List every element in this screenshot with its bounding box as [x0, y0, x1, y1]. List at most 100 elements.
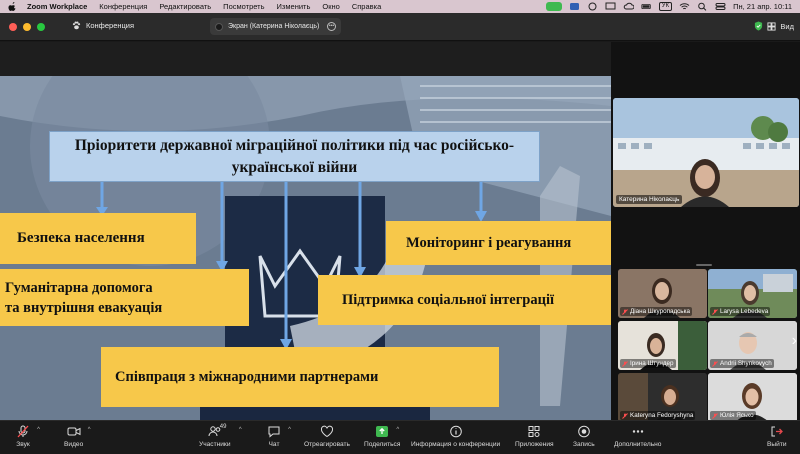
menu-window[interactable]: Окно [322, 2, 339, 11]
record-button[interactable]: Запись [573, 425, 595, 448]
menu-edit[interactable]: Редактировать [159, 2, 211, 11]
display-icon[interactable] [605, 2, 616, 11]
view-button[interactable]: Вид [754, 21, 794, 31]
priority-box-integration: Підтримка соціальної інтеграції [318, 275, 611, 325]
react-button[interactable]: Отреагировать [304, 425, 350, 448]
priority-box-humanitarian: Гуманітарна допомога та внутрішня евакуа… [0, 269, 249, 326]
apple-icon[interactable] [8, 2, 17, 11]
zoom-window: Zoom Workplace Конференция Редактировать… [0, 0, 800, 454]
camera-icon [67, 427, 81, 436]
screen-share-indicator[interactable]: Экран (Катерина Ніколаєць) ••• [210, 18, 341, 35]
share-screen-icon [376, 426, 389, 437]
menu-conference[interactable]: Конференция [99, 2, 147, 11]
apps-button[interactable]: Приложения [515, 425, 554, 448]
leave-button[interactable]: Выйти [767, 425, 787, 448]
participants-label: Участники [199, 441, 231, 448]
active-speaker-tile[interactable]: Катерина Ніколаєць [613, 98, 799, 207]
heart-icon [320, 425, 333, 438]
leave-label: Выйти [767, 441, 787, 448]
vpn-icon[interactable] [587, 2, 598, 11]
record-label: Запись [573, 441, 595, 448]
menu-help[interactable]: Справка [352, 2, 381, 11]
apps-label: Приложения [515, 441, 554, 448]
participant-tile[interactable]: Юлія Ясько [708, 373, 797, 422]
react-label: Отреагировать [304, 441, 350, 448]
arrow-to-box5 [280, 180, 292, 350]
participant-name: Andrii Shynkovych [710, 359, 774, 368]
audio-label: Звук [16, 441, 30, 448]
chat-options-chevron-icon[interactable]: ^ [288, 427, 291, 433]
clock[interactable]: Пн, 21 апр. 10:11 [733, 2, 792, 11]
close-window-button[interactable] [9, 23, 17, 31]
chat-button[interactable]: ^ Чат [267, 425, 291, 448]
record-icon [578, 425, 590, 438]
participant-tile[interactable]: Larysa Lebedeva [708, 269, 797, 318]
participant-tile[interactable]: Andrii Shynkovych [708, 321, 797, 370]
share-options-chevron-icon[interactable]: ^ [396, 427, 399, 433]
leave-icon [771, 426, 783, 437]
next-page-chevron-icon[interactable]: › [792, 332, 797, 350]
participants-count: 49 [219, 424, 227, 430]
participants-options-chevron-icon[interactable]: ^ [239, 427, 242, 433]
search-icon[interactable] [697, 2, 708, 11]
more-options-icon[interactable]: ••• [327, 22, 336, 31]
audio-options-chevron-icon[interactable]: ^ [37, 427, 40, 433]
wifi-icon[interactable] [679, 2, 690, 11]
mic-off-icon [712, 412, 718, 419]
slide-title: Пріоритети державної міграційної політик… [49, 131, 540, 182]
chat-label: Чат [268, 441, 280, 448]
mic-off-icon [622, 308, 628, 315]
minimize-window-button[interactable] [23, 23, 31, 31]
tray-app-icon[interactable] [569, 2, 580, 11]
conference-title-text: Конференция [86, 21, 135, 30]
menu-app-name[interactable]: Zoom Workplace [27, 2, 87, 11]
control-center-icon[interactable] [715, 2, 726, 11]
cloud-icon[interactable] [623, 2, 634, 11]
meeting-toolbar: ^ Звук ^ Видео 49 ^ Участники ^ Чат Отреа… [0, 420, 800, 454]
priority-box-security: Безпека населення [0, 213, 196, 264]
participant-name: Larysa Lebedeva [710, 307, 771, 316]
audio-button[interactable]: ^ Звук [16, 425, 40, 448]
input-language-badge[interactable]: УК [658, 2, 673, 11]
paw-icon [72, 21, 81, 30]
menu-change[interactable]: Изменить [277, 2, 311, 11]
video-options-chevron-icon[interactable]: ^ [88, 427, 91, 433]
chat-icon [268, 426, 280, 438]
share-button[interactable]: ^ Поделиться [364, 425, 400, 448]
shield-check-icon[interactable] [754, 21, 763, 31]
mic-off-icon [622, 360, 628, 367]
panel-resize-handle[interactable] [696, 264, 712, 266]
presentation-slide: Пріоритети державної міграційної політик… [0, 76, 611, 421]
participant-tile[interactable]: Діана Шкуропадська [618, 269, 707, 318]
participants-button[interactable]: 49 ^ Участники [199, 424, 242, 448]
apps-icon [528, 426, 540, 437]
meeting-info-label: Информация о конференции [411, 441, 501, 448]
video-label: Видео [64, 441, 84, 448]
info-icon [449, 425, 462, 438]
meeting-info-button[interactable]: Информация о конференции [411, 425, 500, 448]
participant-name: Ірина Штундер [620, 359, 676, 368]
priority-box-humanitarian-line2: та внутрішня евакуація [5, 299, 163, 316]
participant-name: Kateryna Fedoryshyna [620, 411, 696, 420]
arrow-to-box1 [96, 180, 108, 216]
arrow-to-box4 [354, 180, 366, 278]
maximize-window-button[interactable] [37, 23, 45, 31]
conference-title: Конференция [72, 21, 134, 30]
participant-tile[interactable]: Kateryna Fedoryshyna [618, 373, 707, 422]
participant-tile[interactable]: Ірина Штундер [618, 321, 707, 370]
shared-screen-area[interactable]: Пріоритети державної міграційної політик… [0, 42, 611, 421]
more-button[interactable]: Дополнительно [614, 425, 661, 448]
battery-icon[interactable] [641, 2, 652, 11]
window-controls [9, 23, 45, 31]
participant-name: Юлія Ясько [710, 411, 756, 420]
more-icon [632, 430, 643, 433]
share-label: Поделиться [364, 441, 401, 448]
arrow-to-box3 [475, 180, 487, 222]
window-titlebar: Конференция Экран (Катерина Ніколаєць) •… [0, 13, 800, 41]
view-label: Вид [780, 21, 794, 31]
menu-view[interactable]: Посмотреть [223, 2, 264, 11]
menubar-status-area: УК Пн, 21 апр. 10:11 [545, 0, 792, 13]
zoom-status-icon[interactable] [545, 2, 562, 11]
mic-off-icon [712, 308, 718, 315]
video-button[interactable]: ^ Видео [64, 425, 91, 448]
